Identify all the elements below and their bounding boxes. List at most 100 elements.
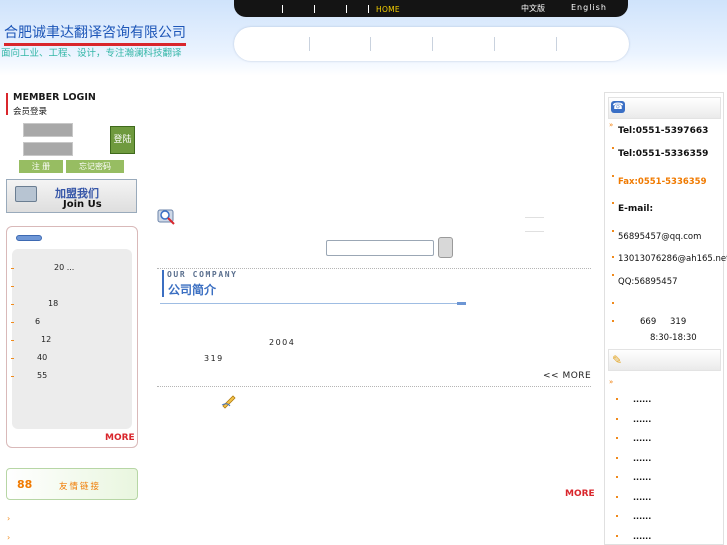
password-input[interactable] (23, 142, 73, 156)
intro-number: 319 (204, 354, 224, 363)
list-item[interactable]: ...... (633, 532, 651, 541)
contact-email1[interactable]: 56895457@qq.com (618, 232, 701, 242)
contact-qq: QQ:56895457 (618, 277, 678, 287)
dotted-divider (157, 386, 591, 387)
arrow-icon: › (7, 533, 11, 542)
bullet-icon (616, 515, 618, 517)
list-item[interactable]: ...... (633, 512, 651, 521)
nav-separator (368, 5, 369, 13)
search-icon (157, 209, 175, 225)
nav-separator (346, 5, 347, 13)
bullet-icon (11, 376, 14, 377)
computer-icon (15, 186, 37, 202)
list-item[interactable]: ...... (633, 493, 651, 502)
bullet-icon (612, 202, 614, 204)
list-item[interactable]: ...... (633, 415, 651, 424)
list-item[interactable]: ...... (633, 454, 651, 463)
bullet-icon (612, 274, 614, 276)
bullet-icon (616, 437, 618, 439)
list-item[interactable]: 12 (41, 335, 51, 344)
contact-hours: 8:30-18:30 (650, 333, 697, 343)
bullet-icon (612, 147, 614, 149)
divider (525, 217, 544, 218)
list-item[interactable]: 55 (37, 371, 47, 380)
bullet-icon (616, 496, 618, 498)
nav-divider (432, 37, 433, 51)
list-item[interactable]: ...... (633, 473, 651, 482)
bullet-icon (11, 340, 14, 341)
list-item[interactable]: 6 (35, 317, 40, 326)
bullet-icon (11, 304, 14, 305)
bullet-icon (616, 418, 618, 420)
pencil-icon (221, 395, 236, 409)
list-item[interactable]: ...... (633, 395, 651, 404)
phone-icon: ☎ (611, 101, 625, 113)
nav-divider (556, 37, 557, 51)
list-item[interactable]: 20 ... (54, 263, 74, 272)
nav-divider (309, 37, 310, 51)
search-input[interactable] (326, 240, 434, 256)
bullet-icon (11, 358, 14, 359)
right-news-header (608, 349, 721, 371)
bullet-icon (616, 535, 618, 537)
company-slogan: 面向工业、工程、设计，专注瀚澜科技翻译 (1, 48, 182, 59)
nav-separator (282, 5, 283, 13)
bullet-icon (612, 230, 614, 232)
list-item[interactable]: 40 (37, 353, 47, 362)
company-more-link[interactable]: << MORE (543, 371, 591, 381)
join-us-banner[interactable]: 加盟我们 Join Us (6, 179, 137, 213)
news-more-link[interactable]: MORE (105, 433, 135, 443)
news-list (12, 249, 132, 429)
contact-address-a: 669 (640, 317, 657, 327)
bullet-icon (616, 457, 618, 459)
username-input[interactable] (23, 123, 73, 137)
chevron-icon: » (609, 378, 614, 386)
news-header-pill (16, 235, 42, 241)
section-more-link[interactable]: MORE (565, 489, 595, 499)
bullet-icon (616, 398, 618, 400)
company-title-cn: 公司简介 (168, 283, 217, 297)
company-name[interactable]: 合肥诚聿达翻译咨询有限公司 (4, 22, 186, 46)
nav-divider (370, 37, 371, 51)
list-item[interactable]: 18 (48, 299, 58, 308)
nav-separator (314, 5, 315, 13)
dotted-divider (157, 268, 591, 269)
contact-email2[interactable]: 13013076286@ah165.net (618, 254, 727, 264)
company-underline-end (457, 302, 466, 305)
bullet-icon (612, 256, 614, 258)
bullet-icon (11, 286, 14, 287)
bullet-icon (612, 302, 614, 304)
bullet-icon (11, 268, 14, 269)
lang-cn-link[interactable]: 中文版 (521, 3, 545, 14)
contact-email-label: E-mail: (618, 204, 654, 214)
forgot-password-button[interactable]: 忘记密码 (66, 160, 124, 173)
links-icon: 88 (17, 478, 33, 491)
friend-links-banner[interactable]: 88 友情链接 (6, 468, 138, 500)
home-link[interactable]: HOME (376, 5, 400, 14)
bullet-icon (612, 320, 614, 322)
contact-tel2: Tel:0551-5336359 (618, 149, 709, 159)
bullet-icon (616, 476, 618, 478)
friend-links-label: 友情链接 (59, 482, 102, 492)
contact-fax: Fax:0551-5336359 (618, 177, 707, 187)
company-underline (160, 303, 466, 304)
bullet-icon (11, 322, 14, 323)
list-item[interactable]: ...... (633, 434, 651, 443)
intro-year: 2004 (269, 338, 296, 347)
contact-address-b: 319 (670, 317, 687, 327)
pin-icon: ✎ (612, 353, 623, 367)
register-button[interactable]: 注 册 (19, 160, 63, 173)
company-accent-bar (162, 270, 164, 297)
login-accent-bar (6, 93, 8, 115)
top-nav-bar: HOME 中文版 English (234, 0, 628, 17)
main-nav (234, 27, 629, 61)
nav-divider (494, 37, 495, 51)
join-us-en: Join Us (63, 199, 102, 210)
news-panel: MORE (6, 226, 138, 448)
bullet-icon (612, 175, 614, 177)
contact-tel1: Tel:0551-5397663 (618, 126, 709, 136)
search-button[interactable] (438, 237, 453, 258)
login-button[interactable]: 登陆 (110, 126, 135, 154)
lang-en-link[interactable]: English (571, 3, 607, 12)
arrow-icon: › (7, 514, 11, 523)
